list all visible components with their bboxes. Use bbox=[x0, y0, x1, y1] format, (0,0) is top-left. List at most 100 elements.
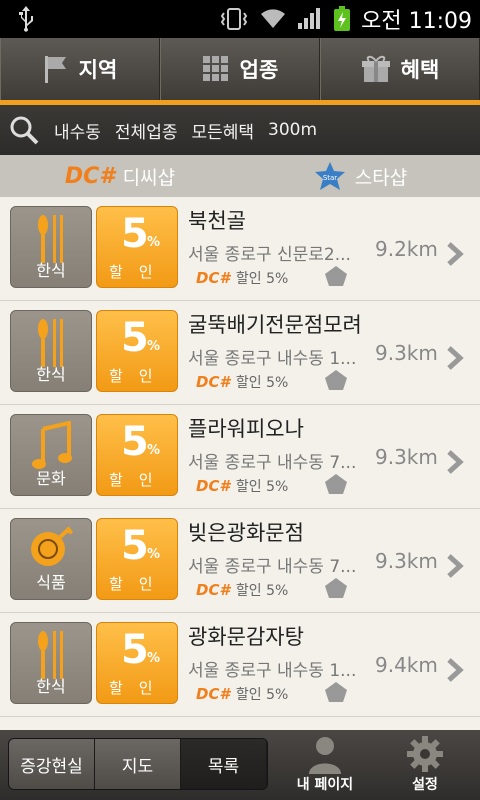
gear-icon bbox=[407, 736, 443, 772]
battery-charging-icon bbox=[334, 6, 351, 31]
shop-distance: 9.2km bbox=[375, 237, 438, 261]
discount-value: 5 bbox=[121, 315, 149, 361]
pentagon-icon bbox=[325, 578, 347, 598]
chevron-right-icon[interactable] bbox=[446, 241, 464, 267]
filter-benefit[interactable]: 모든혜택 bbox=[191, 118, 254, 143]
chevron-right-icon[interactable] bbox=[446, 657, 464, 683]
discount-label: 할인 bbox=[109, 575, 169, 593]
discount-badge: 5 % 할인 bbox=[96, 518, 178, 600]
category-label: 한식 bbox=[36, 261, 66, 280]
benefit-row: DC# 할인 5% bbox=[196, 580, 288, 600]
discount-value: 5 bbox=[121, 523, 149, 569]
pentagon-icon bbox=[325, 474, 347, 494]
wifi-icon bbox=[261, 9, 286, 28]
nav-region-label: 지역 bbox=[78, 58, 118, 82]
pentagon-icon bbox=[325, 266, 347, 286]
discount-badge: 5 % 할인 bbox=[96, 206, 178, 288]
dc-shop-logo: DC# bbox=[64, 163, 115, 189]
segment-list-button[interactable]: 목록 bbox=[181, 739, 267, 789]
category-label: 한식 bbox=[36, 677, 66, 696]
shop-address: 서울 종로구 내수동 7... bbox=[188, 557, 357, 577]
shop-distance: 9.3km bbox=[375, 549, 438, 573]
discount-value: 5 bbox=[121, 211, 149, 257]
shop-name: 빚은광화문점 bbox=[188, 521, 304, 545]
discount-label: 할인 bbox=[109, 263, 169, 281]
list-item[interactable]: 한식 5 % 할인 북천골 서울 종로구 신문로2... 9.2km DC# 할… bbox=[0, 197, 480, 301]
filter-radius[interactable]: 300m bbox=[268, 120, 317, 140]
dc-logo: DC# bbox=[196, 685, 230, 703]
list-item[interactable]: 한식 5 % 할인 광화문감자탕 서울 종로구 내수동 1... 9.4km D… bbox=[0, 613, 480, 717]
list-item[interactable]: 문화 5 % 할인 플라워피오나 서울 종로구 내수동 7... 9.3km D… bbox=[0, 405, 480, 509]
category-badge: 문화 bbox=[10, 414, 92, 496]
shop-distance: 9.3km bbox=[375, 341, 438, 365]
discount-label: 할인 bbox=[109, 367, 169, 385]
tab-dc-shop[interactable]: DC# 디씨샵 bbox=[0, 155, 240, 197]
settings-button[interactable]: 설정 bbox=[380, 734, 470, 798]
my-page-button[interactable]: 내 페이지 bbox=[280, 734, 370, 798]
benefit-text: 할인 5% bbox=[235, 583, 289, 599]
benefit-text: 할인 5% bbox=[235, 687, 289, 703]
chevron-right-icon[interactable] bbox=[446, 449, 464, 475]
chevron-right-icon[interactable] bbox=[446, 345, 464, 371]
shop-address: 서울 종로구 내수동 1... bbox=[188, 661, 357, 681]
tab-star-shop[interactable]: Star 스타샵 bbox=[240, 155, 480, 197]
shop-name: 북천골 bbox=[188, 209, 246, 233]
benefit-row: DC# 할인 5% bbox=[196, 476, 288, 496]
benefit-text: 할인 5% bbox=[235, 271, 289, 287]
category-label: 식품 bbox=[36, 573, 66, 592]
shop-distance: 9.4km bbox=[375, 653, 438, 677]
status-bar: 오전 11:09 bbox=[0, 0, 480, 38]
pentagon-icon bbox=[325, 370, 347, 390]
discount-label: 할인 bbox=[109, 471, 169, 489]
list-item[interactable]: 한식 5 % 할인 굴뚝배기전문점모려 서울 종로구 내수동 1... 9.3k… bbox=[0, 301, 480, 405]
discount-percent: % bbox=[147, 547, 161, 562]
shop-name: 플라워피오나 bbox=[188, 417, 304, 441]
search-icon[interactable] bbox=[8, 114, 40, 146]
my-page-label: 내 페이지 bbox=[296, 777, 354, 793]
dc-logo: DC# bbox=[196, 269, 230, 287]
discount-value: 5 bbox=[121, 627, 149, 673]
shop-address: 서울 종로구 신문로2... bbox=[188, 245, 351, 265]
nav-benefit-button[interactable]: 혜택 bbox=[320, 38, 480, 100]
discount-percent: % bbox=[147, 235, 161, 250]
chevron-right-icon[interactable] bbox=[446, 553, 464, 579]
filter-category[interactable]: 전체업종 bbox=[115, 118, 178, 143]
benefit-text: 할인 5% bbox=[235, 375, 289, 391]
discount-label: 할인 bbox=[109, 679, 169, 697]
settings-label: 설정 bbox=[412, 777, 438, 793]
category-badge: 한식 bbox=[10, 206, 92, 288]
benefit-text: 할인 5% bbox=[235, 479, 289, 495]
category-badge: 한식 bbox=[10, 310, 92, 392]
flag-icon bbox=[44, 56, 66, 83]
dc-logo: DC# bbox=[196, 373, 230, 391]
nav-benefit-label: 혜택 bbox=[400, 58, 440, 82]
shop-list: 한식 5 % 할인 북천골 서울 종로구 신문로2... 9.2km DC# 할… bbox=[0, 197, 480, 730]
grid-icon bbox=[202, 56, 228, 81]
filter-bar[interactable]: 내수동 전체업종 모든혜택 300m bbox=[0, 105, 480, 155]
category-label: 문화 bbox=[36, 469, 66, 488]
svg-text:Star: Star bbox=[323, 174, 337, 182]
nav-category-button[interactable]: 업종 bbox=[160, 38, 320, 100]
shop-name: 광화문감자탕 bbox=[188, 625, 304, 649]
signal-icon bbox=[298, 8, 321, 29]
clock: 오전 11:09 bbox=[361, 9, 472, 34]
dc-logo: DC# bbox=[196, 477, 230, 495]
nav-category-label: 업종 bbox=[239, 58, 279, 82]
list-item-partial[interactable] bbox=[0, 717, 480, 730]
segment-map-button[interactable]: 지도 bbox=[95, 739, 181, 789]
view-mode-segmented-control: 증강현실 지도 목록 bbox=[8, 738, 268, 790]
shop-distance: 9.3km bbox=[375, 445, 438, 469]
shop-tabs: DC# 디씨샵 Star 스타샵 bbox=[0, 155, 480, 197]
discount-percent: % bbox=[147, 443, 161, 458]
shop-name: 굴뚝배기전문점모려 bbox=[188, 313, 362, 337]
segment-ar-button[interactable]: 증강현실 bbox=[9, 739, 95, 789]
tab-star-shop-label: 스타샵 bbox=[354, 166, 408, 189]
vibrate-icon bbox=[220, 8, 248, 30]
benefit-row: DC# 할인 5% bbox=[196, 684, 288, 704]
list-item[interactable]: 식품 5 % 할인 빚은광화문점 서울 종로구 내수동 7... 9.3km D… bbox=[0, 509, 480, 613]
bottom-bar: 증강현실 지도 목록 내 페이지 설정 bbox=[0, 730, 480, 800]
filter-region[interactable]: 내수동 bbox=[54, 118, 101, 143]
nav-region-button[interactable]: 지역 bbox=[0, 38, 160, 100]
category-label: 한식 bbox=[36, 365, 66, 384]
star-shop-logo: Star bbox=[314, 162, 345, 190]
